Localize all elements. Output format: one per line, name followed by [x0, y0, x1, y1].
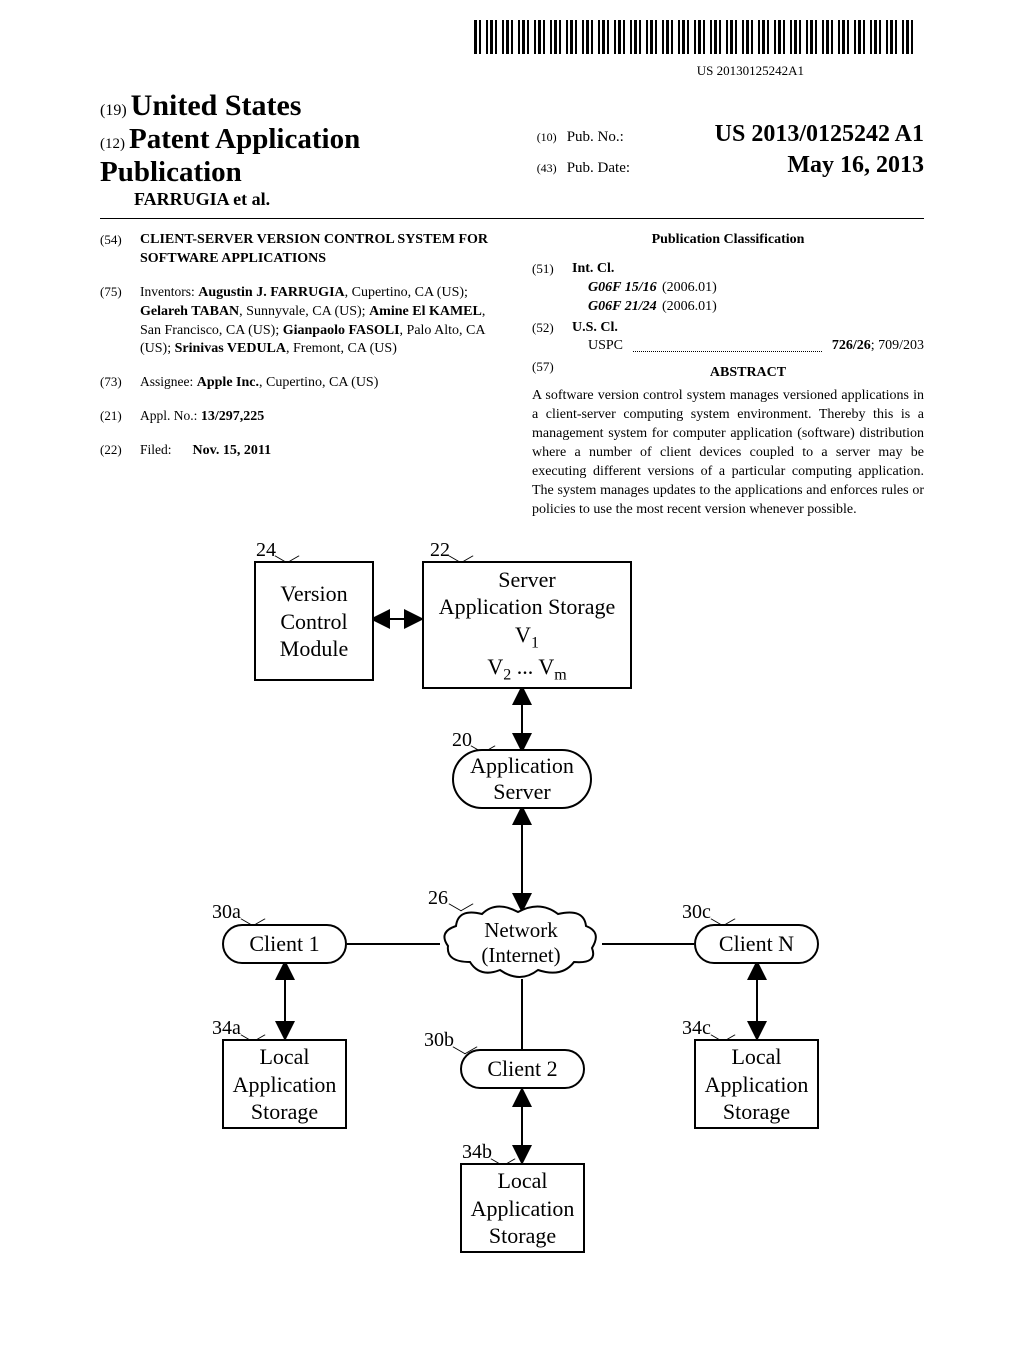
left-column: (54) CLIENT-SERVER VERSION CONTROL SYSTE… [100, 231, 492, 519]
country-title: United States [131, 89, 302, 122]
cloud-network: Network (Internet) [440, 904, 602, 982]
appserver-line1: Application [470, 753, 574, 779]
pubdate-value: May 16, 2013 [787, 152, 924, 179]
ref-34c: 34c [682, 1017, 711, 1040]
pubno-label: Pub. No.: [567, 129, 624, 146]
intcl-code-1: G06F 21/24 [572, 298, 662, 317]
appserver-line2: Server [493, 779, 550, 805]
box-server-storage: Server Application Storage V1 V2 ... Vm [422, 561, 632, 689]
filed-label: Filed: [140, 442, 172, 457]
network-line1: Network [440, 918, 602, 943]
dots-leader [633, 333, 822, 352]
oval-client1: Client 1 [222, 924, 347, 964]
appl-text: 13/297,225 [201, 409, 264, 424]
ref-34b: 34b [462, 1141, 492, 1164]
sas-line2: Application Storage [439, 593, 616, 621]
intcl-year-1: (2006.01) [662, 298, 717, 317]
box-las-a: Local Application Storage [222, 1039, 347, 1129]
barcode-text: US 20130125242A1 [100, 63, 924, 79]
oval-app-server: Application Server [452, 749, 592, 809]
ref-24: 24 [256, 539, 276, 562]
abstract-num: (57) [532, 358, 560, 387]
title-num: (54) [100, 231, 128, 269]
intcl-num: (51) [532, 260, 560, 317]
ref-20: 20 [452, 729, 472, 752]
las-a-line2: Application [233, 1071, 337, 1099]
las-c-line3: Storage [723, 1098, 790, 1126]
las-b-line1: Local [497, 1167, 547, 1195]
intcl-year-0: (2006.01) [662, 279, 717, 298]
abstract-title: ABSTRACT [572, 364, 924, 383]
vcm-line2: Control [280, 608, 347, 636]
pubno-code: (10) [537, 130, 557, 145]
ref-22: 22 [430, 539, 450, 562]
vcm-line3: Module [280, 635, 348, 663]
abstract-text: A software version control system manage… [532, 387, 924, 519]
invention-title: CLIENT-SERVER VERSION CONTROL SYSTEM FOR… [140, 231, 492, 269]
appl-num: (21) [100, 407, 128, 427]
assignee-num: (73) [100, 373, 128, 393]
filed-num: (22) [100, 441, 128, 461]
las-c-line2: Application [705, 1071, 809, 1099]
sas-versions: V1 V2 ... Vm [487, 621, 566, 686]
pubdate-code: (43) [537, 161, 557, 176]
inventors-num: (75) [100, 283, 128, 360]
network-line2: (Internet) [440, 943, 602, 968]
las-b-line2: Application [471, 1195, 575, 1223]
ref-30c: 30c [682, 901, 711, 924]
las-b-line3: Storage [489, 1222, 556, 1250]
pub-type-title: Patent Application Publication [100, 123, 360, 188]
vcm-line1: Version [280, 580, 347, 608]
oval-clientn: Client N [694, 924, 819, 964]
pubdate-label: Pub. Date: [567, 160, 630, 177]
body-columns: (54) CLIENT-SERVER VERSION CONTROL SYSTE… [100, 231, 924, 519]
uspc-codes: 726/26; 709/203 [832, 337, 924, 356]
classification-title: Publication Classification [532, 231, 924, 250]
intcl-code-0: G06F 15/16 [572, 279, 662, 298]
intcl-label: Int. Cl. [572, 260, 924, 279]
pubno-value: US 2013/0125242 A1 [715, 121, 924, 148]
barcode-graphic [474, 20, 914, 54]
uspc-label: USPC [588, 337, 623, 356]
las-a-line3: Storage [251, 1098, 318, 1126]
box-las-b: Local Application Storage [460, 1163, 585, 1253]
right-column: Publication Classification (51) Int. Cl.… [532, 231, 924, 519]
las-c-line1: Local [731, 1043, 781, 1071]
ref-34a: 34a [212, 1017, 241, 1040]
code-19: (19) [100, 102, 127, 119]
barcode-area [100, 20, 924, 59]
las-a-line1: Local [259, 1043, 309, 1071]
header: (19) United States (12) Patent Applicati… [100, 89, 924, 219]
code-12: (12) [100, 136, 125, 152]
assignee-label: Assignee: [140, 374, 193, 389]
filed-text: Nov. 15, 2011 [175, 443, 271, 458]
authors-line: FARRUGIA et al. [134, 189, 270, 209]
box-vcm: Version Control Module [254, 561, 374, 681]
assignee-text: Apple Inc., Cupertino, CA (US) [197, 375, 379, 390]
uscl-num: (52) [532, 319, 560, 357]
ref-30a: 30a [212, 901, 241, 924]
figure-diagram: 24 22 20 26 30a 30c 34a 34c 30b 34b Vers… [182, 539, 842, 1309]
inventors-label: Inventors: [140, 284, 195, 299]
appl-label: Appl. No.: [140, 408, 197, 423]
ref-30b: 30b [424, 1029, 454, 1052]
box-las-c: Local Application Storage [694, 1039, 819, 1129]
oval-client2: Client 2 [460, 1049, 585, 1089]
sas-line1: Server [498, 566, 555, 594]
